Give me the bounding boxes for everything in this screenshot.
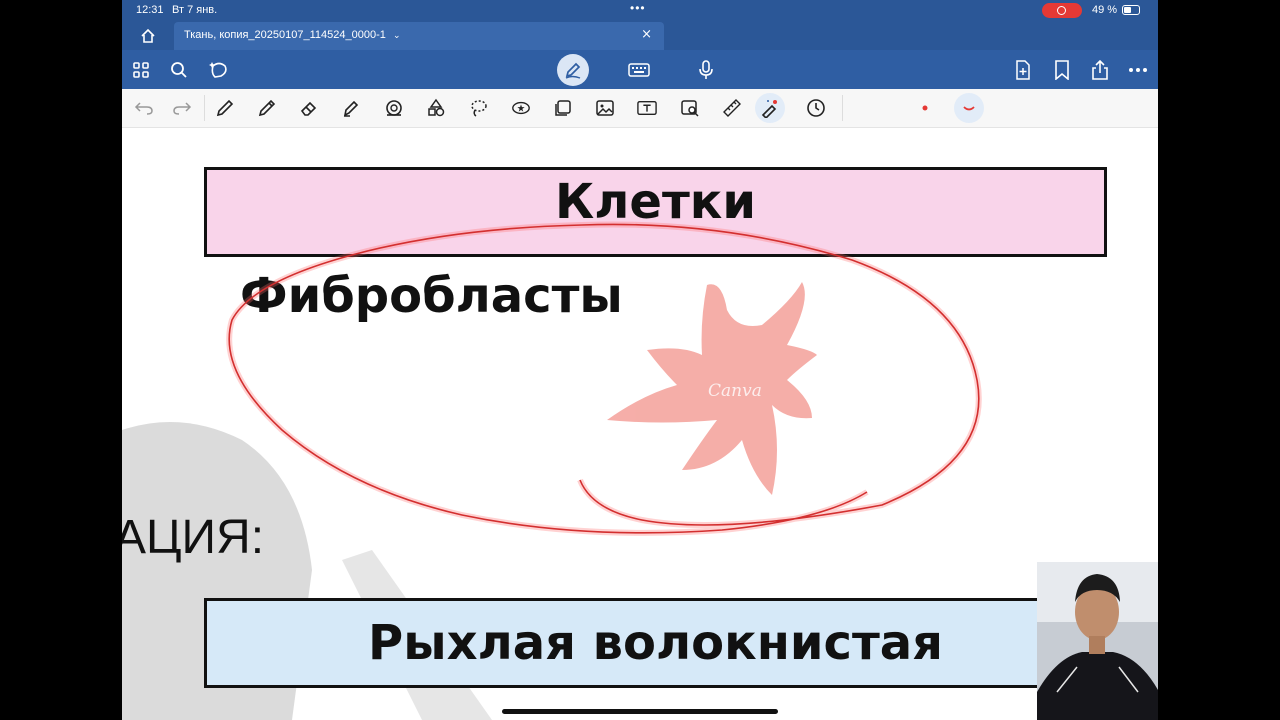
partial-heading: АЦИЯ: <box>122 511 265 564</box>
app-screen: 12:31 Вт 7 янв. ••• 49 % Ткань, копия_20… <box>122 0 1158 720</box>
fibroblast-cell-image: Canva <box>607 282 817 495</box>
webcam-overlay <box>1037 562 1158 720</box>
red-ink-annotation <box>226 221 982 536</box>
home-indicator[interactable] <box>502 709 778 714</box>
watermark-text: Canva <box>708 381 762 401</box>
presenter-avatar <box>1037 562 1158 720</box>
bottom-banner: Рыхлая волокнистая <box>204 598 1107 688</box>
bottom-title: Рыхлая волокнистая <box>368 615 943 671</box>
